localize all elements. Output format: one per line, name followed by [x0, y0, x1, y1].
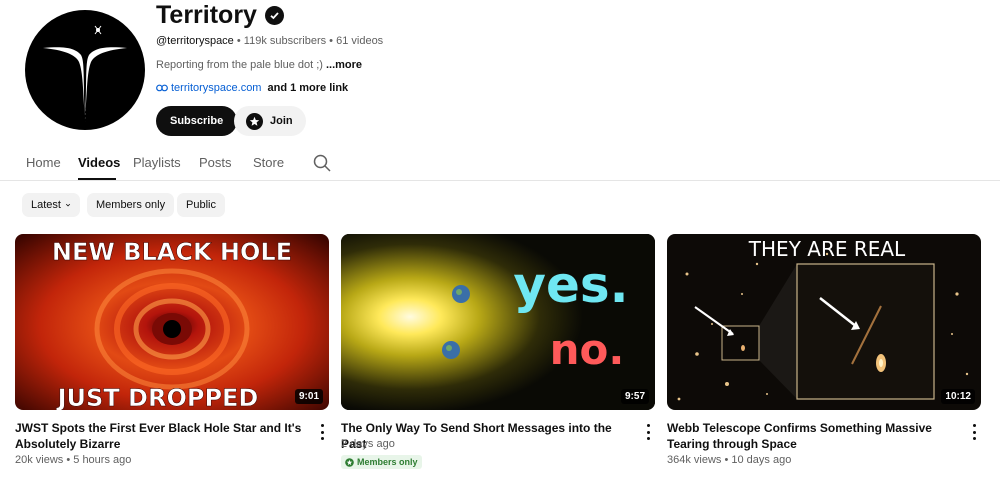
tab-posts[interactable]: Posts — [199, 155, 232, 171]
video-meta: 364k views • 10 days ago — [667, 454, 791, 466]
view-count: 364k views — [667, 454, 722, 466]
channel-website-link[interactable]: territoryspace.com — [171, 82, 261, 94]
upload-age: 2 days ago — [341, 438, 395, 450]
active-tab-indicator — [78, 178, 116, 180]
video-card[interactable]: THEY ARE REAL 10:12 Webb Telescope Confi… — [667, 234, 981, 466]
video-title[interactable]: Webb Telescope Confirms Something Massiv… — [667, 420, 959, 452]
subscribe-button[interactable]: Subscribe — [156, 106, 238, 136]
video-duration: 9:57 — [620, 389, 649, 404]
tab-videos[interactable]: Videos — [78, 155, 120, 171]
join-button[interactable]: Join — [234, 106, 306, 136]
channel-tabs: Home Videos Playlists Posts Store — [0, 145, 1000, 181]
thumb-no-text: no. — [550, 325, 625, 374]
video-meta: 20k views • 5 hours ago — [15, 454, 131, 466]
video-thumbnail[interactable]: NEW BLACK HOLE JUST DROPPED 9:01 — [15, 234, 329, 410]
badge-label: Members only — [357, 457, 418, 467]
meta-separator: • — [721, 454, 732, 466]
more-link[interactable]: ...more — [326, 59, 362, 71]
video-duration: 9:01 — [294, 389, 323, 404]
meta-separator: • — [326, 35, 337, 47]
channel-description[interactable]: Reporting from the pale blue dot ;) ...m… — [156, 59, 362, 71]
video-count: 61 videos — [336, 35, 384, 47]
link-icon — [156, 84, 168, 92]
more-options-icon[interactable] — [970, 424, 978, 440]
chip-members-only[interactable]: Members only — [87, 193, 175, 217]
more-options-icon[interactable] — [318, 424, 326, 440]
more-options-icon[interactable] — [644, 424, 652, 440]
meta-separator: • — [233, 35, 244, 47]
more-links-button[interactable]: and 1 more link — [267, 82, 348, 94]
subscriber-count: 119k subscribers — [243, 35, 327, 47]
channel-info: Territory @territoryspace • 119k subscri… — [156, 0, 383, 136]
chip-public[interactable]: Public — [177, 193, 225, 217]
territory-logo-icon — [43, 25, 127, 122]
channel-name: Territory — [156, 1, 257, 29]
black-hole-rose-thumbnail: NEW BLACK HOLE JUST DROPPED — [15, 234, 329, 410]
chip-latest[interactable]: Latest — [22, 193, 80, 217]
video-card[interactable]: NEW BLACK HOLE JUST DROPPED 9:01 JWST Sp… — [15, 234, 329, 466]
video-card[interactable]: yes. no. 9:57 The Only Way To Send Short… — [341, 234, 655, 469]
chip-latest-label: Latest — [31, 199, 61, 211]
verified-check-icon — [264, 5, 284, 25]
view-count: 20k views — [15, 454, 64, 466]
channel-handle: @territoryspace — [156, 35, 234, 47]
upload-age: 5 hours ago — [73, 454, 132, 466]
members-star-icon — [345, 457, 354, 467]
thumb-bottom-text: JUST DROPPED — [56, 384, 259, 410]
tab-store[interactable]: Store — [253, 155, 284, 171]
members-only-badge: Members only — [341, 455, 422, 469]
video-thumbnail[interactable]: THEY ARE REAL 10:12 — [667, 234, 981, 410]
upload-age: 10 days ago — [731, 454, 792, 466]
deep-field-thumbnail: THEY ARE REAL — [667, 234, 981, 410]
meta-separator: • — [63, 454, 74, 466]
join-label: Join — [270, 115, 293, 127]
channel-avatar — [25, 10, 145, 130]
thumb-top-text: THEY ARE REAL — [748, 237, 906, 261]
channel-links: territoryspace.com and 1 more link — [156, 82, 348, 94]
chevron-down-icon — [65, 203, 71, 207]
description-text: Reporting from the pale blue dot ;) — [156, 59, 326, 71]
thumb-yes-text: yes. — [513, 256, 628, 314]
video-title[interactable]: JWST Spots the First Ever Black Hole Sta… — [15, 420, 307, 452]
tab-home[interactable]: Home — [26, 155, 61, 171]
video-meta: 2 days ago — [341, 438, 395, 450]
video-duration: 10:12 — [941, 389, 975, 404]
video-thumbnail[interactable]: yes. no. 9:57 — [341, 234, 655, 410]
channel-meta: @territoryspace • 119k subscribers • 61 … — [156, 35, 383, 47]
search-icon[interactable] — [313, 154, 331, 172]
tab-playlists[interactable]: Playlists — [133, 155, 181, 171]
sun-earth-thumbnail: yes. no. — [341, 234, 655, 410]
star-icon — [246, 112, 263, 130]
thumb-top-text: NEW BLACK HOLE — [52, 238, 292, 266]
